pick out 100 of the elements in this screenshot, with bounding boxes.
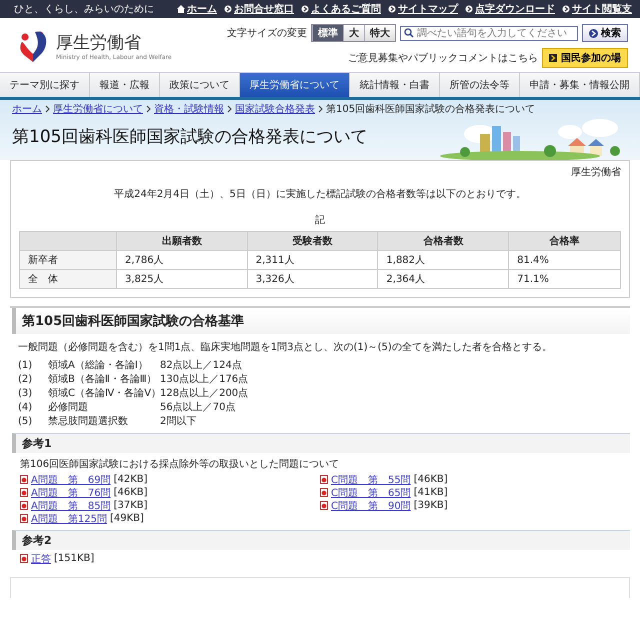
breadcrumb-current: 第105回歯科医師国家試験の合格発表について xyxy=(326,102,536,116)
search-button[interactable]: 検索 xyxy=(582,24,628,42)
nav-tab[interactable]: 報道・広報 xyxy=(90,73,160,97)
item-label: 必修問題 xyxy=(48,400,89,414)
participation-button[interactable]: 国民参加の場 xyxy=(542,48,628,68)
font-size-label: 文字サイズの変更 xyxy=(227,26,307,40)
nav-tab[interactable]: 統計情報・白書 xyxy=(350,73,440,97)
bullet-icon xyxy=(301,5,309,13)
file-link[interactable]: C問題 第 65問 xyxy=(331,486,411,500)
nav-tab[interactable]: テーマ別に探す xyxy=(0,73,90,97)
section-heading: 参考1 xyxy=(12,433,630,453)
page-title: 第105回歯科医師国家試験の合格発表について xyxy=(12,126,368,148)
document-icon xyxy=(20,501,28,510)
table-cell: 2,786人 xyxy=(116,250,248,270)
table-cell: 81.4% xyxy=(508,250,620,270)
item-label: 禁忌肢問題選択数 xyxy=(48,414,129,428)
item-score: 130点以上／176点 xyxy=(160,372,248,386)
column-header: 出願者数 xyxy=(116,232,248,250)
file-size: [46KB] xyxy=(414,474,448,485)
logo-text: 厚生労働省 xyxy=(56,32,142,54)
file-size: [49KB] xyxy=(110,513,144,524)
column-header: 受験者数 xyxy=(247,232,378,250)
chevron-icon xyxy=(45,105,50,113)
item-label: 領域A（総論・各論Ⅰ） xyxy=(48,358,149,372)
document-icon xyxy=(20,475,28,484)
chevron-icon xyxy=(318,105,323,113)
table-cell: 2,311人 xyxy=(247,250,378,270)
file-size: [41KB] xyxy=(414,487,448,498)
intro-text: 平成24年2月4日（土）、5日（日）に実施した標記試験の合格者数等は以下のとおりです。 xyxy=(113,188,527,201)
column-header: 合格者数 xyxy=(378,232,509,250)
font-size-button[interactable]: 特大 xyxy=(364,25,395,41)
breadcrumb-link[interactable]: 厚生労働省について xyxy=(53,102,143,116)
table-cell: 71.1% xyxy=(508,270,620,288)
item-label: 領域B（各論Ⅱ・各論Ⅲ） xyxy=(48,372,158,386)
top-link[interactable]: よくあるご質問 xyxy=(311,2,381,16)
file-link[interactable]: A問題 第 85問 xyxy=(31,498,111,512)
top-link[interactable]: サイト閲覧支 xyxy=(572,2,632,16)
top-link[interactable]: ホーム xyxy=(187,2,217,16)
reference-text: 第106回医師国家試験における採点除外等の取扱いとした問題について xyxy=(20,458,340,471)
file-size: [151KB] xyxy=(54,553,94,564)
home-icon xyxy=(177,5,185,13)
item-number: (5) xyxy=(18,416,34,426)
breadcrumb-link[interactable]: 国家試験合格発表 xyxy=(235,102,315,116)
section-heading: 第105回歯科医師国家試験の合格基準 xyxy=(12,308,630,334)
document-icon xyxy=(320,501,328,510)
row-header: 全 体 xyxy=(20,270,116,288)
search-icon xyxy=(404,28,414,38)
item-number: (2) xyxy=(18,374,34,384)
row-header: 新卒者 xyxy=(20,250,116,270)
top-link[interactable]: サイトマップ xyxy=(398,2,458,16)
file-link[interactable]: A問題 第 76問 xyxy=(31,486,111,500)
author-text: 厚生労働省 xyxy=(570,166,621,179)
bullet-icon xyxy=(388,5,396,13)
nav-tab[interactable]: 申請・募集・情報公開 xyxy=(520,73,640,97)
item-score: 56点以上／70点 xyxy=(160,400,236,414)
column-header: 合格率 xyxy=(508,232,620,250)
file-link[interactable]: C問題 第 55問 xyxy=(331,472,411,486)
item-number: (3) xyxy=(18,388,34,398)
item-number: (4) xyxy=(18,402,34,412)
file-size: [42KB] xyxy=(114,474,148,485)
breadcrumb-link[interactable]: 資格・試験情報 xyxy=(154,102,224,116)
description-text: 一般問題（必修問題を含む）を1問1点、臨床実地問題を1問3点とし、次の(1)～(5)の全てを満たした者を合格とする。 xyxy=(18,340,553,354)
file-size: [39KB] xyxy=(414,500,448,511)
chevron-icon xyxy=(227,105,232,113)
item-score: 2問以下 xyxy=(160,414,196,428)
file-size: [37KB] xyxy=(114,500,148,511)
item-label: 領域C（各論Ⅳ・各論Ⅴ） xyxy=(48,386,160,400)
table-cell: 3,825人 xyxy=(116,270,248,288)
bullet-icon xyxy=(224,5,232,13)
file-size: [46KB] xyxy=(114,487,148,498)
bullet-icon xyxy=(562,5,570,13)
item-score: 128点以上／200点 xyxy=(160,386,248,400)
document-icon xyxy=(20,514,28,523)
nav-tab[interactable]: 厚生労働省について xyxy=(240,73,350,97)
table-cell: 2,364人 xyxy=(378,270,509,288)
nav-tab[interactable]: 所管の法令等 xyxy=(440,73,520,97)
search-label: 検索 xyxy=(601,26,621,40)
document-icon xyxy=(320,475,328,484)
bullet-icon xyxy=(465,5,473,13)
table-cell: 1,882人 xyxy=(378,250,509,270)
participation-label: 国民参加の場 xyxy=(561,52,621,65)
font-size-button[interactable]: 標準 xyxy=(312,25,343,41)
chevron-icon xyxy=(146,105,151,113)
file-link[interactable]: A問題 第 69問 xyxy=(31,472,111,486)
file-link[interactable]: 正答 xyxy=(31,552,51,566)
top-link[interactable]: お問合せ窓口 xyxy=(234,2,294,16)
breadcrumb-link[interactable]: ホーム xyxy=(12,102,42,116)
arrow-icon xyxy=(589,28,598,38)
document-icon xyxy=(320,488,328,497)
top-link[interactable]: 点字ダウンロード xyxy=(475,2,555,16)
section-heading: 参考2 xyxy=(12,530,630,550)
item-number: (1) xyxy=(18,360,34,370)
table-cell: 3,326人 xyxy=(247,270,378,288)
note-label: 記 xyxy=(314,214,326,227)
file-link[interactable]: C問題 第 90問 xyxy=(331,498,411,512)
tagline: ひと、くらし、みらいのために xyxy=(14,3,154,16)
arrow-icon xyxy=(549,54,557,62)
comment-text: ご意見募集やパブリックコメントはこちら xyxy=(348,52,538,65)
file-link[interactable]: A問題 第125問 xyxy=(31,512,107,526)
font-size-button[interactable]: 大 xyxy=(343,25,364,41)
